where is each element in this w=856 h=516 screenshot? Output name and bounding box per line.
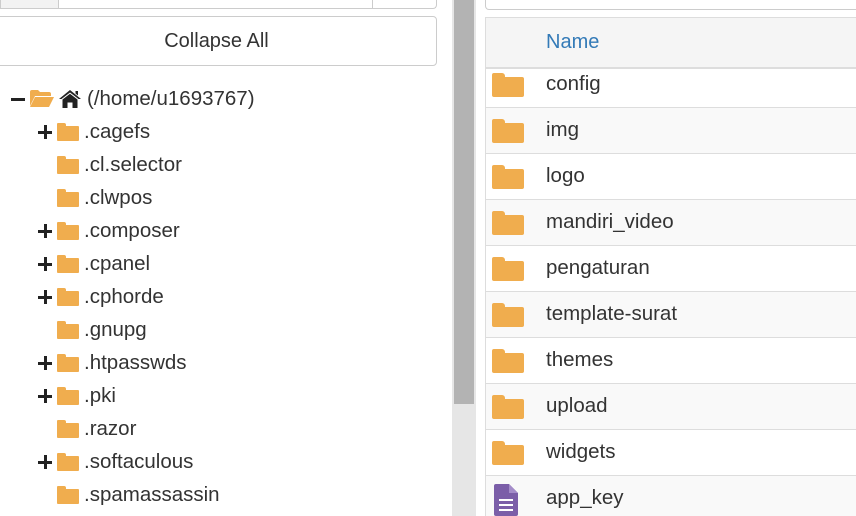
folder-icon (57, 485, 79, 504)
tree-item-label: .cagefs (84, 119, 151, 143)
table-row[interactable]: app_key (486, 475, 856, 516)
tree-toolbar (0, 0, 437, 9)
tree-item-label: .htpasswds (84, 350, 187, 374)
tree-root[interactable]: (/home/u1693767) (11, 82, 255, 115)
folder-icon (57, 254, 79, 273)
folder-icon (492, 349, 524, 378)
tree-item[interactable]: .softaculous (38, 445, 193, 478)
file-name[interactable]: pengaturan (546, 256, 650, 280)
file-name[interactable]: themes (546, 348, 613, 372)
table-row[interactable]: mandiri_video (486, 199, 856, 245)
tree-item-label: .clwpos (84, 185, 153, 209)
folder-icon (492, 73, 524, 102)
folder-icon (57, 122, 79, 141)
tree-item-label: .pki (84, 383, 116, 407)
folder-icon (57, 221, 79, 240)
file-name[interactable]: mandiri_video (546, 210, 674, 234)
file-search-input[interactable] (485, 0, 856, 10)
tree-item-label: .softaculous (84, 449, 194, 473)
folder-icon (492, 395, 524, 424)
folder-open-icon (29, 89, 55, 109)
file-name[interactable]: app_key (546, 486, 624, 510)
folder-icon (57, 386, 79, 405)
table-row[interactable]: themes (486, 337, 856, 383)
directory-tree-panel: Collapse All (/home/u1693767) .cagefs .c… (0, 0, 452, 516)
folder-icon (492, 257, 524, 286)
tree-item-label: .spamassassin (84, 482, 220, 506)
tree-item[interactable]: .cagefs (38, 115, 150, 148)
tree-root-label: (/home/u1693767) (87, 86, 255, 110)
expand-toggle-icon[interactable] (38, 256, 52, 271)
folder-icon (57, 287, 79, 306)
tree-item[interactable]: .cphorde (38, 280, 164, 313)
toolbar-segment-left[interactable] (0, 0, 59, 9)
file-table: config img logo mandiri_video pengaturan… (485, 17, 856, 516)
table-row[interactable]: pengaturan (486, 245, 856, 291)
folder-icon (492, 119, 524, 148)
file-name[interactable]: widgets (546, 440, 616, 464)
tree-item-label: .razor (84, 416, 137, 440)
folder-icon (57, 155, 79, 174)
tree-item[interactable]: .composer (38, 214, 180, 247)
tree-item-label: .cl.selector (84, 152, 182, 176)
expand-toggle-icon[interactable] (38, 454, 52, 469)
expand-toggle-icon[interactable] (38, 289, 52, 304)
table-row[interactable]: widgets (486, 429, 856, 475)
folder-icon (57, 320, 79, 339)
tree-item[interactable]: .spamassassin (57, 478, 220, 511)
collapse-toggle-icon[interactable] (11, 92, 25, 106)
file-name[interactable]: config (546, 72, 601, 96)
tree-scrollbar-thumb[interactable] (454, 0, 474, 404)
table-row[interactable]: upload (486, 383, 856, 429)
tree-item[interactable]: .clwpos (57, 181, 152, 214)
tree-item[interactable]: .gnupg (57, 313, 147, 346)
tree-item-label: .gnupg (84, 317, 147, 341)
tree-item[interactable]: .htpasswds (38, 346, 187, 379)
folder-icon (492, 303, 524, 332)
expand-toggle-icon[interactable] (38, 388, 52, 403)
tree-item-label: .cpanel (84, 251, 151, 275)
table-header: Name (486, 17, 856, 69)
table-row[interactable]: img (486, 107, 856, 153)
tree-item[interactable]: .pki (38, 379, 116, 412)
expand-toggle-icon[interactable] (38, 223, 52, 238)
folder-icon (57, 188, 79, 207)
go-button[interactable] (372, 0, 437, 9)
folder-icon (57, 419, 79, 438)
file-name[interactable]: logo (546, 164, 585, 188)
file-name[interactable]: upload (546, 394, 608, 418)
folder-icon (492, 441, 524, 470)
folder-icon (492, 165, 524, 194)
tree-item-label: .cphorde (84, 284, 164, 308)
file-text-icon (494, 484, 518, 516)
expand-toggle-icon[interactable] (38, 355, 52, 370)
folder-icon (57, 452, 79, 471)
tree-item[interactable]: .cl.selector (57, 148, 182, 181)
file-name[interactable]: img (546, 118, 579, 142)
tree-item[interactable]: .cpanel (38, 247, 150, 280)
file-list-panel: config img logo mandiri_video pengaturan… (476, 0, 856, 516)
tree-item-label: .composer (84, 218, 180, 242)
folder-icon (57, 353, 79, 372)
table-row[interactable]: logo (486, 153, 856, 199)
table-row[interactable]: template-surat (486, 291, 856, 337)
column-header-name[interactable]: Name (546, 31, 599, 54)
expand-toggle-icon[interactable] (38, 124, 52, 139)
home-icon (58, 89, 82, 109)
tree-item[interactable]: .razor (57, 412, 136, 445)
path-input[interactable] (58, 0, 373, 9)
file-name[interactable]: template-surat (546, 302, 677, 326)
collapse-all-button[interactable]: Collapse All (0, 16, 437, 66)
folder-icon (492, 211, 524, 240)
